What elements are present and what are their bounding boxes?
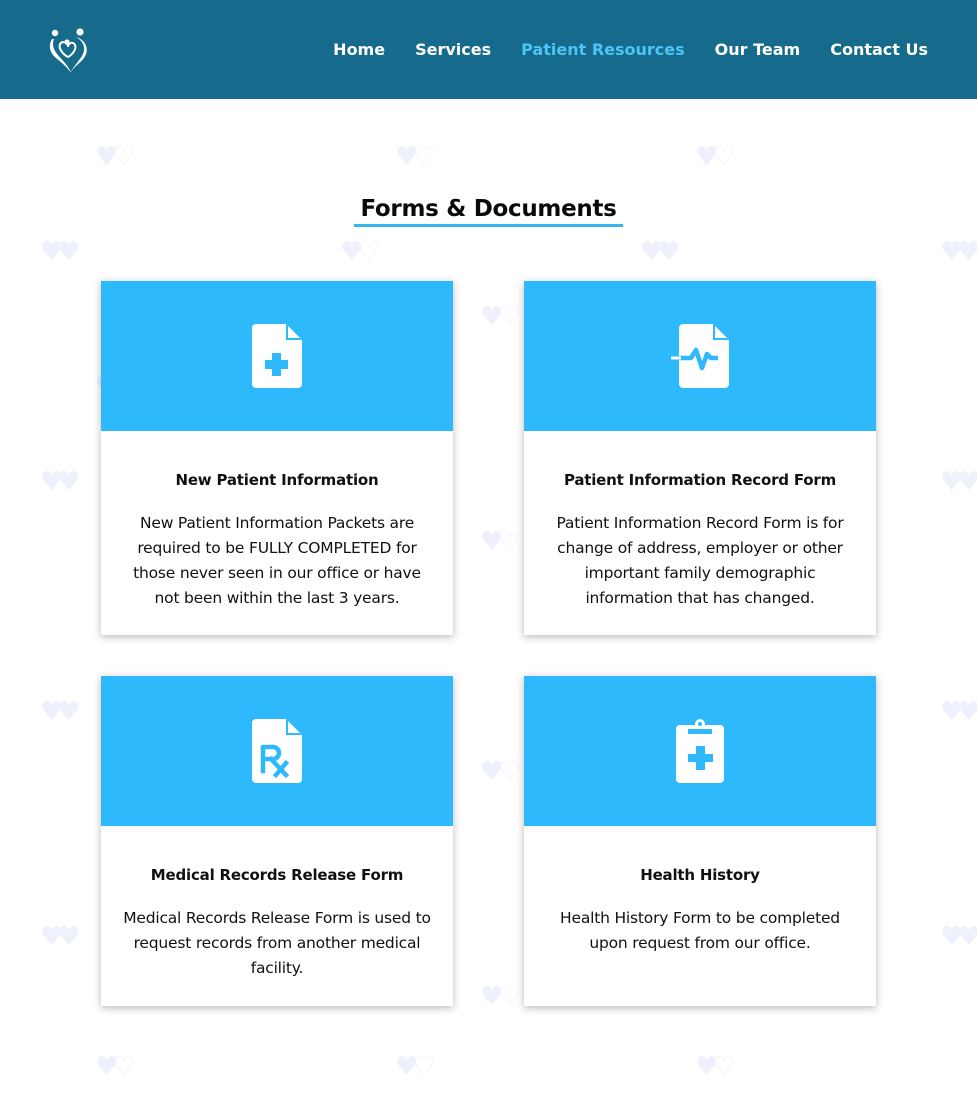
document-heartbeat-icon bbox=[671, 324, 729, 388]
form-card-health-history[interactable]: Health History Health History Form to be… bbox=[524, 676, 876, 1006]
document-plus-icon bbox=[252, 324, 302, 388]
nav-home[interactable]: Home bbox=[333, 40, 385, 59]
card-title: New Patient Information bbox=[175, 471, 379, 489]
nav-contact-us[interactable]: Contact Us bbox=[830, 40, 928, 59]
form-card-patient-record[interactable]: Patient Information Record Form Patient … bbox=[524, 281, 876, 635]
nav-our-team[interactable]: Our Team bbox=[715, 40, 801, 59]
nav-services[interactable]: Services bbox=[415, 40, 491, 59]
card-title: Health History bbox=[640, 866, 760, 884]
card-title: Patient Information Record Form bbox=[563, 471, 837, 489]
heading-wrap: Forms & Documents bbox=[0, 196, 977, 227]
page-title: Forms & Documents bbox=[354, 196, 623, 227]
family-heart-logo-icon[interactable] bbox=[46, 26, 92, 76]
card-header bbox=[101, 676, 453, 826]
prescription-document-icon bbox=[252, 719, 302, 783]
card-title: Medical Records Release Form bbox=[150, 866, 404, 884]
form-card-new-patient[interactable]: New Patient Information New Patient Info… bbox=[101, 281, 453, 635]
card-description: Patient Information Record Form is for c… bbox=[556, 514, 844, 607]
card-description: Medical Records Release Form is used to … bbox=[123, 909, 431, 977]
form-card-medical-records[interactable]: Medical Records Release Form Medical Rec… bbox=[101, 676, 453, 1006]
main-nav: Home Services Patient Resources Our Team… bbox=[333, 0, 928, 99]
card-description: New Patient Information Packets are requ… bbox=[133, 514, 421, 607]
card-description: Health History Form to be completed upon… bbox=[560, 909, 840, 952]
card-header bbox=[524, 281, 876, 431]
top-navbar: Home Services Patient Resources Our Team… bbox=[0, 0, 977, 99]
clipboard-plus-icon bbox=[676, 719, 724, 783]
card-header bbox=[524, 676, 876, 826]
nav-patient-resources[interactable]: Patient Resources bbox=[521, 40, 685, 59]
card-header bbox=[101, 281, 453, 431]
